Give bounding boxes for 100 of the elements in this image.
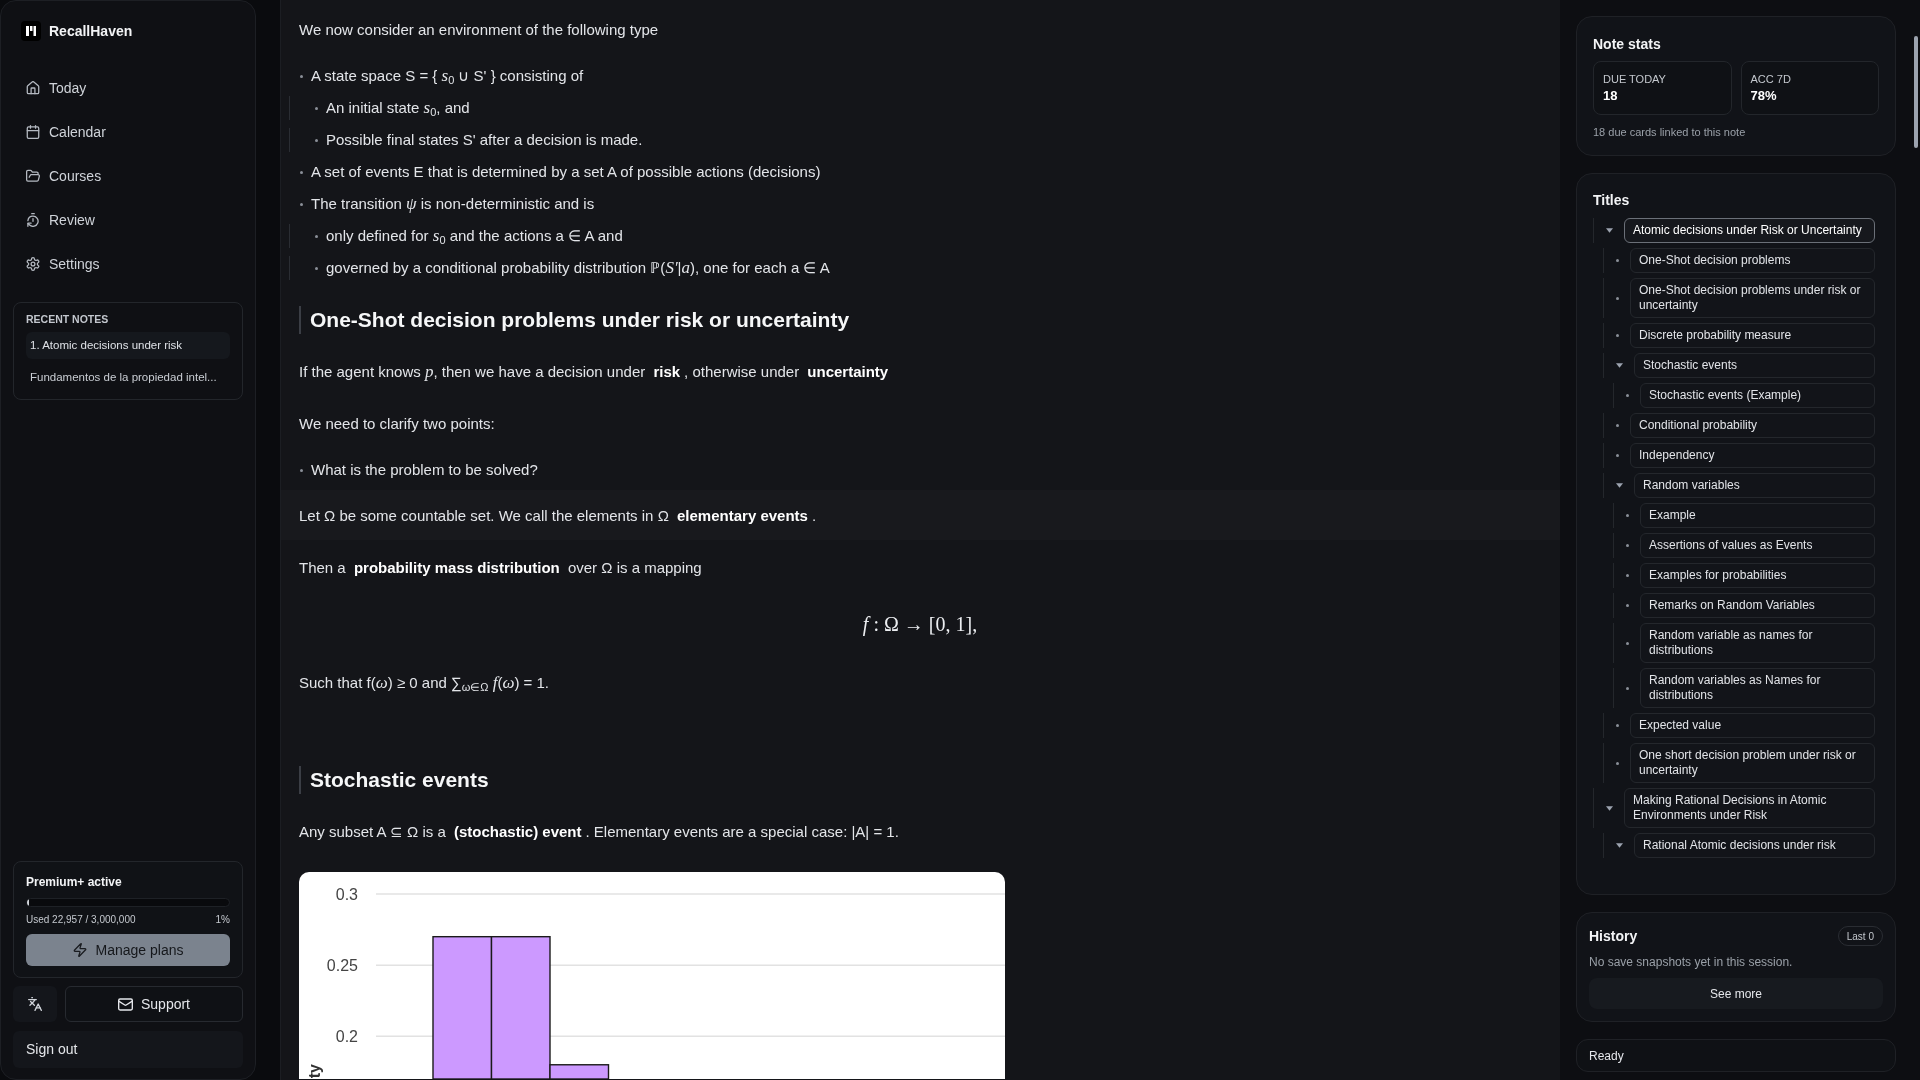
- recent-note-item[interactable]: 1. Atomic decisions under risk: [26, 332, 230, 359]
- axis-label: ty: [306, 1064, 323, 1079]
- translate-button[interactable]: [13, 986, 57, 1022]
- bullet-icon: [1625, 544, 1629, 547]
- plan-name: Premium+ active: [26, 874, 122, 890]
- nav-item[interactable]: Settings: [13, 242, 243, 286]
- tree-item[interactable]: Examples for probabilities: [1640, 563, 1875, 588]
- highlighted-paragraph: Let Ω be some countable set. We call the elements in Ω elementary events.: [281, 490, 1560, 540]
- list-item: governed by a conditional probability distribution ℙ(S′|a), one for each a ∈ A: [326, 257, 830, 279]
- paragraph: We now consider an environment of the following type: [299, 20, 659, 40]
- card-title: Titles: [1593, 191, 1630, 210]
- stat-value: 18: [1603, 87, 1618, 105]
- card-title: Note stats: [1593, 35, 1661, 54]
- nav-item[interactable]: Courses: [13, 154, 243, 198]
- tree-item[interactable]: Independency: [1630, 443, 1875, 468]
- bullet-icon: [1615, 724, 1619, 727]
- section-heading: One-Shot decision problems under risk or uncertainty: [299, 306, 850, 334]
- bullet-icon: [300, 170, 303, 174]
- bullet-icon: [1625, 641, 1629, 645]
- tick-label: 0.25: [326, 956, 358, 974]
- paragraph: Any subset A ⊆ Ω is a (stochastic) event. Elementary events are a special case: |A| = 1.: [299, 822, 899, 842]
- tree-item[interactable]: Rational Atomic decisions under risk: [1634, 833, 1875, 858]
- lightning-icon: [72, 943, 87, 957]
- stat-label: ACC 7D: [1750, 72, 1791, 87]
- bullet-icon: [315, 138, 318, 142]
- tick-label: 0.3: [335, 885, 358, 903]
- bullet-icon: [1615, 334, 1619, 337]
- tree-item[interactable]: Assertions of values as Events: [1640, 533, 1875, 558]
- list-item: Possible final states S' after a decision is made.: [326, 130, 643, 150]
- stats-caption: 18 due cards linked to this note: [1593, 125, 1746, 140]
- translate-icon: [28, 997, 42, 1011]
- nav-item[interactable]: Calendar: [13, 110, 243, 154]
- settings-icon: [26, 257, 40, 271]
- bullet-icon: [1625, 394, 1629, 397]
- stopwatch-icon: [26, 213, 40, 227]
- list-item: A state space S = { s$_{0}$ ∪ S' } consisting of: [311, 65, 584, 88]
- empty-message: No save snapshots yet in this session.: [1589, 954, 1793, 970]
- math-formula: f : Ω → [0, 1],: [862, 612, 978, 638]
- paragraph: Then a probability mass distribution over Ω is a mapping: [299, 558, 702, 578]
- logo-icon: [21, 21, 41, 41]
- bullet-icon: [1615, 454, 1619, 457]
- app-name: RecallHaven: [49, 22, 133, 41]
- scrollbar-thumb[interactable]: [1914, 36, 1918, 148]
- list-item: A set of events E that is determined by a set A of possible actions (decisions): [311, 162, 821, 182]
- tree-item[interactable]: Atomic decisions under Risk or Uncertainty: [1624, 218, 1875, 243]
- bullet-icon: [1615, 424, 1619, 427]
- bullet-icon: [1615, 259, 1619, 262]
- bullet-icon: [300, 468, 303, 472]
- folder-icon: [26, 169, 40, 183]
- nav-item[interactable]: Today: [13, 66, 243, 110]
- bullet-icon: [1615, 761, 1619, 765]
- list-item: An initial state s$_{0}$, and: [326, 97, 470, 120]
- stat-value: 78%: [1750, 87, 1777, 105]
- list-item: What is the problem to be solved?: [311, 460, 538, 480]
- tree-item[interactable]: Conditional probability: [1630, 413, 1875, 438]
- tree-item[interactable]: Random variables: [1634, 473, 1875, 498]
- paragraph: Such that f(ω) ≥ 0 and ∑$_{ω∈Ω}$ f(ω) = 1.: [299, 672, 550, 695]
- section-heading: Stochastic events: [299, 766, 489, 794]
- bullet-icon: [1625, 604, 1629, 607]
- bullet-icon: [1625, 574, 1629, 577]
- tree-item[interactable]: Random variable as names for distributions: [1640, 623, 1875, 663]
- tree-item[interactable]: Stochastic events (Example): [1640, 383, 1875, 408]
- recent-note-item[interactable]: Fundamentos de la propiedad intel...: [26, 364, 230, 391]
- bullet-icon: [300, 74, 303, 78]
- calendar-icon: [26, 125, 40, 139]
- manage-plans-button[interactable]: Manage plans: [26, 934, 230, 966]
- paragraph: We need to clarify two points:: [299, 414, 495, 434]
- tree-item[interactable]: One short decision problem under risk or uncertainty: [1630, 743, 1875, 783]
- tree-item[interactable]: Making Rational Decisions in Atomic Environments under Risk: [1624, 788, 1875, 828]
- bullet-icon: [1615, 296, 1619, 300]
- tree-item[interactable]: One-Shot decision problems: [1630, 248, 1875, 273]
- stat-label: DUE TODAY: [1603, 72, 1666, 87]
- tree-item[interactable]: One-Shot decision problems under risk or uncertainty: [1630, 278, 1875, 318]
- tree-item[interactable]: Random variables as Names for distributions: [1640, 668, 1875, 708]
- usage-text: Used 22,957 / 3,000,000: [26, 913, 136, 927]
- bullet-icon: [315, 266, 318, 270]
- tree-item[interactable]: Discrete probability measure: [1630, 323, 1875, 348]
- home-icon: [26, 81, 40, 95]
- nav-item[interactable]: Review: [13, 198, 243, 242]
- bullet-icon: [1625, 686, 1629, 690]
- list-item: The transition ψ is non-deterministic and is: [311, 193, 595, 215]
- list-item: only defined for s$_{0}$ and the actions a ∈ A and: [326, 225, 623, 248]
- sign-out-button[interactable]: Sign out: [13, 1031, 243, 1068]
- support-button[interactable]: Support: [65, 986, 243, 1022]
- usage-percent: 1%: [215, 913, 230, 927]
- tree-item[interactable]: Remarks on Random Variables: [1640, 593, 1875, 618]
- tree-item[interactable]: Stochastic events: [1634, 353, 1875, 378]
- tick-label: 0.2: [335, 1027, 358, 1045]
- bullet-icon: [315, 106, 318, 110]
- card-title: History: [1589, 927, 1638, 946]
- see-more-button[interactable]: See more: [1589, 978, 1883, 1009]
- tree-item[interactable]: Expected value: [1630, 713, 1875, 738]
- section-label: RECENT NOTES: [26, 312, 109, 326]
- status-bar: Ready: [1576, 1039, 1896, 1072]
- bullet-icon: [300, 202, 303, 206]
- bullet-icon: [1625, 514, 1629, 517]
- paragraph: If the agent knows p, then we have a decision under risk, otherwise under uncertainty: [299, 361, 890, 383]
- tree-item[interactable]: Example: [1640, 503, 1875, 528]
- bullet-icon: [315, 234, 318, 238]
- mail-icon: [117, 996, 133, 1012]
